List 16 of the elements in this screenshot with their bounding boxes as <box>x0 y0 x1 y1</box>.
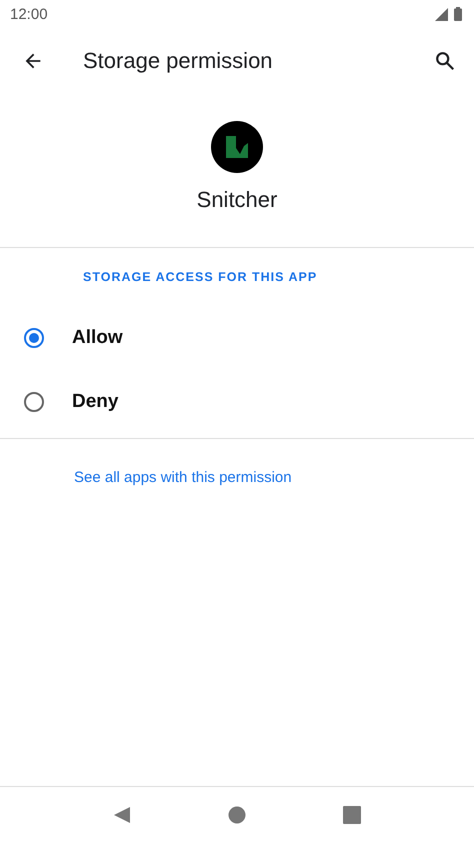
option-label: Allow <box>72 327 123 349</box>
app-logo-icon <box>211 121 263 173</box>
status-time: 12:00 <box>10 6 48 22</box>
app-name: Snitcher <box>196 187 278 213</box>
triangle-icon <box>113 806 132 824</box>
circle-icon <box>228 806 246 824</box>
radio-button[interactable] <box>24 392 44 412</box>
search-icon <box>434 50 456 72</box>
option-label: Deny <box>72 391 118 413</box>
section-header: STORAGE ACCESS FOR THIS APP <box>83 270 318 286</box>
radio-button[interactable] <box>24 328 44 348</box>
square-icon <box>342 806 361 824</box>
page-title: Storage permission <box>83 48 274 74</box>
see-all-apps-link[interactable]: See all apps with this permission <box>74 469 292 486</box>
signal-icon <box>435 8 448 20</box>
battery-icon <box>454 7 462 21</box>
